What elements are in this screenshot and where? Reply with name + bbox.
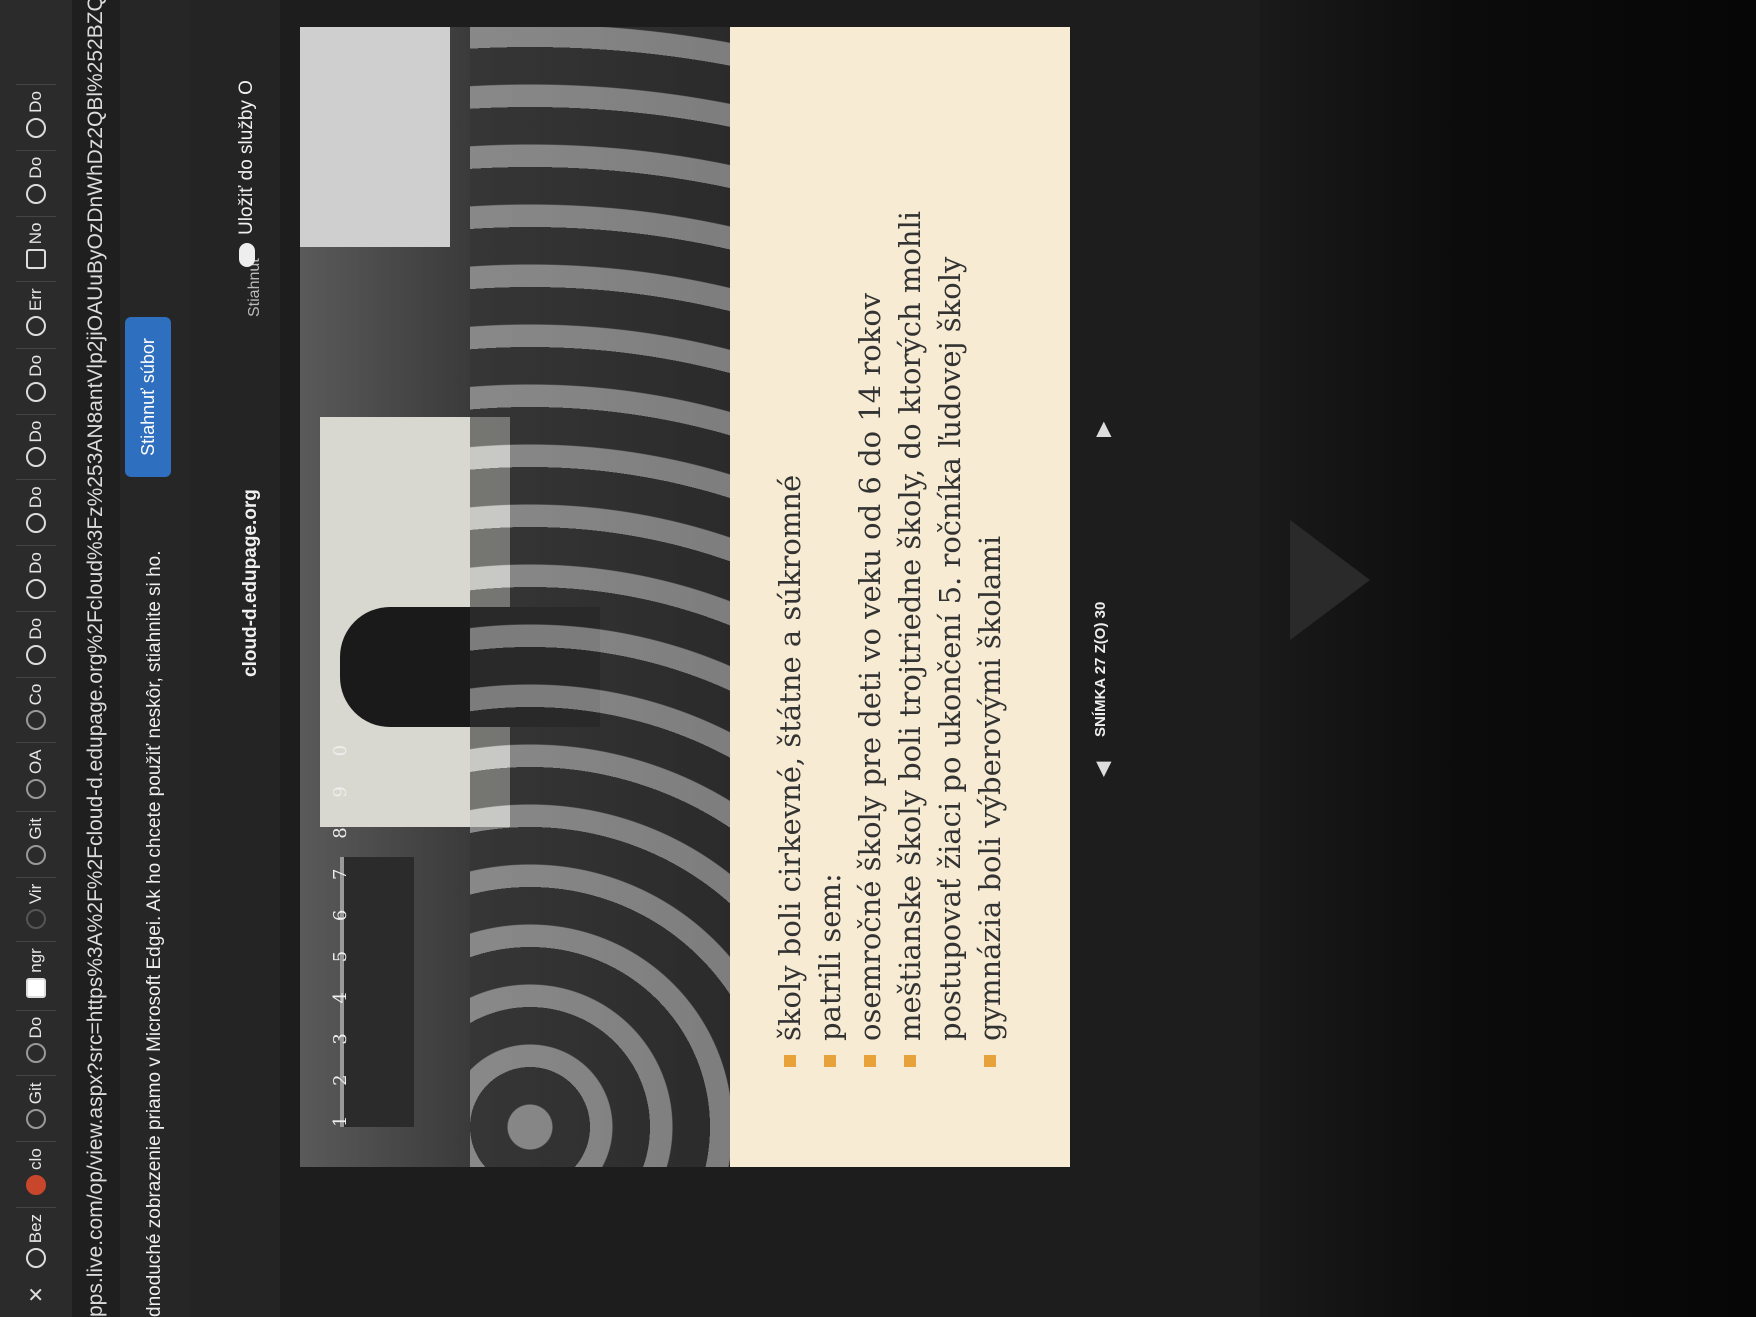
viewer-header bbox=[190, 0, 280, 1317]
bullet-text: meštianske školy boli trojtriedne školy,… bbox=[893, 210, 927, 1041]
tab-label: No bbox=[26, 222, 45, 245]
tab[interactable]: Vir bbox=[16, 876, 56, 936]
github-icon bbox=[26, 778, 46, 799]
bullet-text: patrili sem: bbox=[813, 873, 847, 1041]
tab[interactable]: Do bbox=[16, 610, 56, 671]
pupils bbox=[470, 27, 730, 1167]
globe-icon bbox=[26, 447, 46, 468]
tab[interactable]: Do bbox=[16, 545, 56, 605]
bullet-text: školy boli cirkevné, štátne a súkromné bbox=[773, 474, 807, 1041]
tab-label: Git bbox=[26, 1082, 45, 1105]
tab-label: Bez bbox=[26, 1213, 45, 1244]
bezel-arrow-icon bbox=[1290, 520, 1370, 640]
globe-icon bbox=[26, 315, 46, 336]
text-panel: školy boli cirkevné, štátne a súkromné p… bbox=[730, 27, 1070, 1167]
tab-label: Do bbox=[26, 91, 45, 113]
github-icon bbox=[26, 844, 46, 865]
blank-icon bbox=[26, 909, 46, 930]
tab[interactable]: Do bbox=[16, 149, 56, 210]
address-bar[interactable]: pps.live.com/op/view.aspx?src=https%3A%2… bbox=[72, 0, 120, 1317]
tab-label: Do bbox=[26, 486, 45, 509]
globe-icon bbox=[26, 1248, 46, 1269]
bullet-marker bbox=[984, 1055, 996, 1067]
note-icon bbox=[26, 249, 46, 270]
slide: 1 2 3 4 5 6 7 8 9 0 školy boli cirkevné,… bbox=[300, 27, 1070, 1167]
tab[interactable]: Git bbox=[16, 1075, 56, 1136]
url-text: pps.live.com/op/view.aspx?src=https%3A%2… bbox=[84, 0, 107, 1317]
bullet-item: školy boli cirkevné, štátne a súkromné bbox=[770, 27, 810, 1067]
tab[interactable]: Do bbox=[16, 84, 56, 144]
download-file-button[interactable]: Stiahnuť súbor bbox=[125, 317, 171, 477]
tab-label: ngr bbox=[26, 948, 45, 973]
tab-label: Do bbox=[26, 156, 45, 179]
bullet-item: meštianske školy boli trojtriedne školy,… bbox=[890, 27, 930, 1067]
n-icon bbox=[26, 977, 46, 998]
abacus bbox=[340, 857, 414, 1127]
tab[interactable]: Do bbox=[16, 347, 56, 408]
slide-counter: SNÍMKA 27 Z(O) 30 bbox=[1092, 601, 1109, 737]
globe-icon bbox=[26, 381, 46, 402]
tab-label: Do bbox=[26, 354, 45, 377]
bullet-marker bbox=[864, 1055, 876, 1067]
powerpoint-icon bbox=[26, 1174, 46, 1195]
info-bar: dnoduché zobrazenie priamo v Microsoft E… bbox=[120, 0, 190, 1317]
github-icon bbox=[26, 710, 46, 731]
tab-label: Git bbox=[26, 817, 45, 840]
tab[interactable]: Err bbox=[16, 281, 56, 342]
classroom-photo: 1 2 3 4 5 6 7 8 9 0 bbox=[300, 27, 730, 1167]
close-tab-icon[interactable]: ✕ bbox=[24, 1280, 49, 1309]
tab[interactable]: Do bbox=[16, 413, 56, 474]
globe-icon bbox=[26, 644, 46, 665]
tab-label: Do bbox=[26, 420, 45, 443]
tab[interactable]: OA bbox=[16, 742, 56, 805]
globe-icon bbox=[26, 578, 46, 599]
globe-icon bbox=[26, 513, 46, 534]
bullet-text: gymnázia boli výberovými školami bbox=[973, 535, 1007, 1041]
globe-icon bbox=[26, 183, 46, 204]
bullet-text: postupovať žiaci po ukončení 5. ročníka … bbox=[933, 256, 967, 1041]
tab[interactable]: No bbox=[16, 215, 56, 276]
tab-label: Vir bbox=[26, 883, 45, 905]
tab-label: clo bbox=[26, 1148, 45, 1170]
globe-icon bbox=[26, 117, 46, 138]
tab-label: Err bbox=[26, 288, 45, 311]
monitor-bezel bbox=[1260, 0, 1756, 1317]
tab[interactable]: Bez bbox=[16, 1206, 56, 1275]
tab-label: Do bbox=[26, 1016, 45, 1039]
bullet-item: patrili sem: bbox=[810, 27, 850, 1067]
bullet-text: osemročné školy pre deti vo veku od 6 do… bbox=[853, 292, 887, 1041]
bullet-marker bbox=[904, 1055, 916, 1067]
tab[interactable]: Co bbox=[16, 676, 56, 737]
abacus-numbers: 1 2 3 4 5 6 7 8 9 0 bbox=[330, 732, 351, 1127]
tab-label: Do bbox=[26, 617, 45, 640]
classroom-window bbox=[300, 27, 450, 247]
bullet-item: postupovať žiaci po ukončení 5. ročníka … bbox=[930, 27, 970, 1067]
tab-label: Co bbox=[26, 683, 45, 706]
save-label: Uložiť do služby O bbox=[236, 80, 257, 235]
bullet-marker bbox=[784, 1055, 796, 1067]
tab[interactable]: Do bbox=[16, 1009, 56, 1070]
tab[interactable]: Do bbox=[16, 479, 56, 540]
tab-bar: ✕ Bez clo Git Do ngr Vir Git OA Co Do Do… bbox=[0, 0, 72, 1317]
github-icon bbox=[26, 1109, 46, 1130]
info-message: dnoduché zobrazenie priamo v Microsoft E… bbox=[144, 550, 165, 1317]
cloud-icon bbox=[239, 243, 255, 267]
tab-label: OA bbox=[26, 749, 45, 774]
save-to-onedrive-button[interactable]: Uložiť do služby O bbox=[236, 80, 258, 267]
tab[interactable]: clo bbox=[16, 1141, 56, 1201]
source-domain: cloud-d.edupage.org bbox=[240, 489, 261, 677]
previous-slide-icon[interactable]: ◀ bbox=[1090, 762, 1115, 777]
tab[interactable]: ngr bbox=[16, 941, 56, 1004]
bullet-item: gymnázia boli výberovými školami bbox=[970, 27, 1010, 1067]
bullet-item: osemročné školy pre deti vo veku od 6 do… bbox=[850, 27, 890, 1067]
next-slide-icon[interactable]: ▶ bbox=[1090, 422, 1115, 437]
tab-label: Do bbox=[26, 552, 45, 574]
browser-window: ✕ Bez clo Git Do ngr Vir Git OA Co Do Do… bbox=[0, 0, 1260, 1317]
bullet-marker bbox=[824, 1055, 836, 1067]
tab[interactable]: Git bbox=[16, 810, 56, 871]
github-icon bbox=[26, 1043, 46, 1064]
